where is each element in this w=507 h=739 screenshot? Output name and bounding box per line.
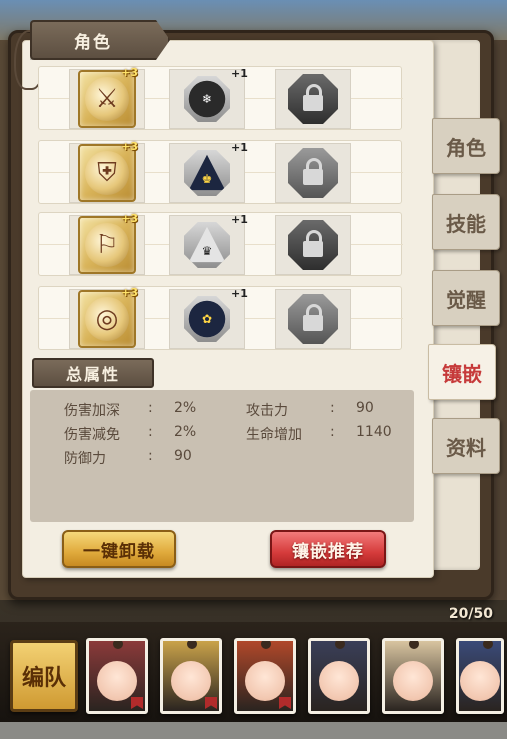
attribute-colon: : — [148, 448, 153, 464]
attribute-colon: : — [148, 424, 153, 440]
equipment-slot[interactable]: ⚐ +3 — [69, 212, 145, 275]
attribute-damage-boost: 伤害加深 : 2% — [64, 400, 196, 420]
equipment-slot[interactable]: ⚔ +3 — [69, 66, 145, 129]
panel-title-tag: 角色 — [30, 20, 170, 60]
equipment-level: +3 — [121, 212, 138, 225]
attribute-colon: : — [330, 400, 335, 416]
bookmark-icon — [205, 697, 217, 709]
attribute-name: 攻击力 — [246, 403, 288, 419]
equipment-level: +3 — [121, 66, 138, 79]
gem-row: ⚐ +3 ♛ +1 — [38, 212, 403, 276]
attribute-value: 2% — [174, 424, 197, 440]
attribute-value: 90 — [174, 448, 192, 464]
locked-gem-slot[interactable] — [275, 289, 351, 349]
gem-row: ⚔ +3 ❄ +1 — [38, 66, 403, 130]
attribute-colon: : — [148, 400, 153, 416]
total-attributes-title: 总属性 — [65, 365, 120, 384]
team-count: 20/50 — [448, 606, 493, 622]
gem-symbol: ♛ — [188, 226, 226, 263]
equipment-frame: ◎ +3 — [78, 286, 138, 348]
tab-inlay[interactable]: 镶嵌 — [428, 344, 496, 400]
attribute-value: 2% — [174, 400, 197, 416]
locked-gem-slot[interactable] — [275, 69, 351, 129]
gem-row: ◎ +3 ✿ +1 — [38, 286, 403, 350]
tab-character[interactable]: 角色 — [432, 118, 500, 174]
unequip-all-button[interactable]: 一键卸载 — [62, 530, 176, 568]
snowflake-gem-icon: ❄ — [184, 76, 230, 122]
attribute-value: 1140 — [356, 424, 392, 440]
recommend-inlay-button[interactable]: 镶嵌推荐 — [270, 530, 386, 568]
gem-row: ⛨ +3 ♚ +1 — [38, 140, 403, 204]
character-portrait[interactable] — [86, 638, 148, 714]
equipment-frame: ⚐ +3 — [78, 212, 138, 274]
panel-title: 角色 — [74, 32, 112, 53]
character-portrait[interactable] — [456, 638, 504, 714]
lock-icon — [288, 220, 338, 270]
sword-icon: ⚔ — [85, 77, 129, 121]
formation-button[interactable]: 编队 — [10, 640, 78, 712]
ring-icon: ◎ — [85, 297, 129, 341]
gem-symbol: ❄ — [188, 80, 226, 118]
attribute-name: 伤害减免 — [64, 427, 120, 443]
crown-gem-icon: ♛ — [184, 222, 230, 268]
bookmark-icon — [279, 697, 291, 709]
attribute-name: 伤害加深 — [64, 403, 120, 419]
armor-icon: ⛨ — [85, 151, 129, 195]
character-portrait[interactable] — [160, 638, 222, 714]
equipment-level: +3 — [121, 140, 138, 153]
attribute-damage-reduction: 伤害减免 : 2% — [64, 424, 196, 444]
bell-gem-icon: ♚ — [184, 150, 230, 196]
lock-icon — [288, 148, 338, 198]
boots-icon: ⚐ — [85, 223, 129, 267]
locked-gem-slot[interactable] — [275, 215, 351, 275]
equipment-slot[interactable]: ⛨ +3 — [69, 140, 145, 203]
equipment-level: +3 — [121, 286, 138, 299]
gem-level: +1 — [231, 213, 248, 226]
flower-gem-icon: ✿ — [184, 296, 230, 342]
gem-symbol: ♚ — [188, 154, 226, 191]
locked-gem-slot[interactable] — [275, 143, 351, 203]
bottom-strip — [0, 722, 507, 739]
attribute-name: 生命增加 — [246, 427, 302, 443]
gem-level: +1 — [231, 141, 248, 154]
attribute-value: 90 — [356, 400, 374, 416]
attribute-defense: 防御力 : 90 — [64, 448, 192, 468]
character-portrait[interactable] — [308, 638, 370, 714]
gem-symbol: ✿ — [188, 300, 226, 338]
attribute-hp-increase: 生命增加 : 1140 — [246, 424, 392, 444]
tab-profile[interactable]: 资料 — [432, 418, 500, 474]
bookmark-icon — [131, 697, 143, 709]
equipment-frame: ⛨ +3 — [78, 140, 138, 202]
attribute-colon: : — [330, 424, 335, 440]
character-portrait[interactable] — [382, 638, 444, 714]
tab-skills[interactable]: 技能 — [432, 194, 500, 250]
equipment-slot[interactable]: ◎ +3 — [69, 286, 145, 349]
gem-level: +1 — [231, 67, 248, 80]
equipment-frame: ⚔ +3 — [78, 66, 138, 128]
attribute-name: 防御力 — [64, 451, 106, 467]
tab-awaken[interactable]: 觉醒 — [432, 270, 500, 326]
character-portrait[interactable] — [234, 638, 296, 714]
lock-icon — [288, 74, 338, 124]
total-attributes-tag: 总属性 — [32, 358, 154, 388]
attribute-attack: 攻击力 : 90 — [246, 400, 374, 420]
lock-icon — [288, 294, 338, 344]
gem-level: +1 — [231, 287, 248, 300]
